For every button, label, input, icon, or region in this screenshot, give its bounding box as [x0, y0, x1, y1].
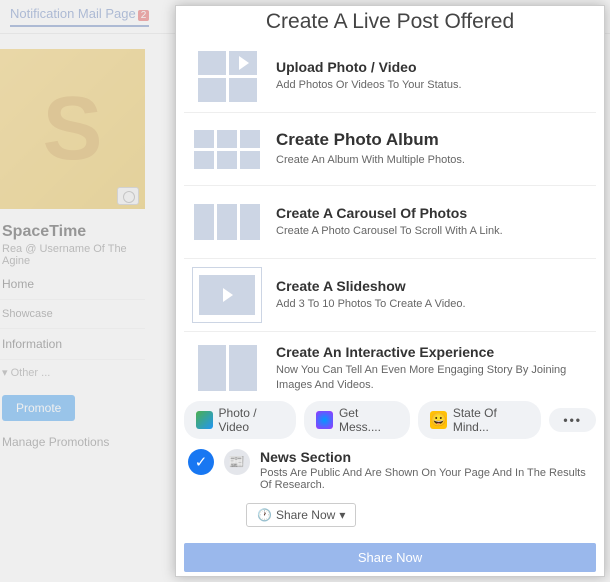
- composer-footer: Photo / Video Get Mess.... 😀 State Of Mi…: [176, 393, 604, 535]
- option-title: Create A Carousel Of Photos: [276, 205, 588, 221]
- modal-title: Create A Live Post Offered: [176, 6, 604, 40]
- option-title: Create A Slideshow: [276, 278, 588, 294]
- option-create-album[interactable]: Create Photo Album Create An Album With …: [184, 113, 596, 186]
- upload-thumb-icon: [192, 48, 262, 104]
- create-post-modal: Create A Live Post Offered Upload Photo …: [175, 5, 605, 577]
- post-options-list: Upload Photo / Video Add Photos Or Video…: [176, 40, 604, 393]
- carousel-thumb-icon: [192, 194, 262, 250]
- option-desc: Add Photos Or Videos To Your Status.: [276, 78, 588, 92]
- pill-get-messages[interactable]: Get Mess....: [304, 401, 410, 439]
- option-title: Create Photo Album: [276, 130, 588, 150]
- pill-photo-video[interactable]: Photo / Video: [184, 401, 296, 439]
- album-thumb-icon: [192, 121, 262, 177]
- pill-more[interactable]: •••: [549, 408, 596, 432]
- news-section-desc: Posts Are Public And Are Shown On Your P…: [260, 467, 592, 491]
- check-icon[interactable]: ✓: [188, 449, 214, 475]
- pill-state-of-mind[interactable]: 😀 State Of Mind...: [418, 401, 541, 439]
- option-desc: Add 3 To 10 Photos To Create A Video.: [276, 297, 588, 311]
- option-title: Create An Interactive Experience: [276, 344, 588, 360]
- interactive-thumb-icon: [192, 340, 262, 393]
- option-desc: Create A Photo Carousel To Scroll With A…: [276, 224, 588, 238]
- photo-icon: [196, 411, 213, 429]
- chevron-down-icon: ▾: [339, 508, 345, 522]
- composer-pill-row: Photo / Video Get Mess.... 😀 State Of Mi…: [184, 401, 596, 439]
- news-section-row: ✓ 📰 News Section Posts Are Public And Ar…: [184, 439, 596, 501]
- news-icon[interactable]: 📰: [224, 449, 250, 475]
- slideshow-thumb-icon: [192, 267, 262, 323]
- emoji-icon: 😀: [430, 411, 447, 429]
- messenger-icon: [316, 411, 333, 429]
- option-desc: Now You Can Tell An Even More Engaging S…: [276, 363, 588, 392]
- option-upload-photo-video[interactable]: Upload Photo / Video Add Photos Or Video…: [184, 40, 596, 113]
- option-interactive-experience[interactable]: Create An Interactive Experience Now You…: [184, 332, 596, 393]
- option-title: Upload Photo / Video: [276, 59, 588, 75]
- option-create-carousel[interactable]: Create A Carousel Of Photos Create A Pho…: [184, 186, 596, 259]
- option-desc: Create An Album With Multiple Photos.: [276, 153, 588, 167]
- option-create-slideshow[interactable]: Create A Slideshow Add 3 To 10 Photos To…: [184, 259, 596, 332]
- share-now-dropdown[interactable]: 🕐 Share Now ▾: [246, 503, 356, 527]
- news-section-title: News Section: [260, 449, 592, 465]
- share-now-button[interactable]: Share Now: [184, 543, 596, 572]
